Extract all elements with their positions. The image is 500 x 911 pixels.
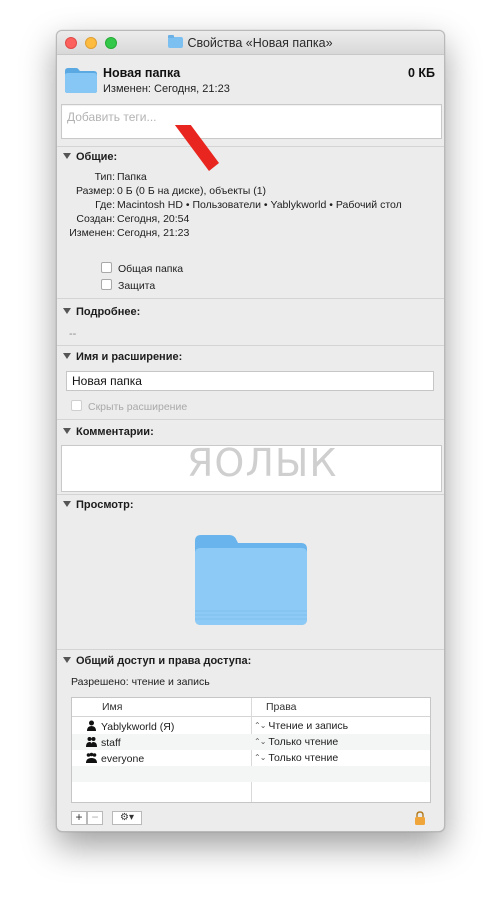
user-name: staff	[101, 737, 121, 749]
info-row-created: Создан: Сегодня, 20:54	[57, 213, 443, 227]
section-name-extension-title: Имя и расширение:	[76, 351, 183, 363]
privilege-popup[interactable]: ⌃⌄ Только чтение	[254, 736, 338, 748]
privilege-value: Только чтение	[268, 736, 339, 748]
name-input[interactable]: Новая папка	[66, 371, 434, 391]
watermark-text: ЯОЛЫК	[187, 441, 338, 485]
disclosure-triangle-icon	[63, 153, 71, 159]
more-info-value: --	[69, 328, 77, 340]
info-row-where: Где: Macintosh HD • Пользователи • Yably…	[57, 199, 443, 213]
table-row-empty	[72, 782, 430, 798]
item-modified: Изменен: Сегодня, 21:23	[103, 83, 230, 95]
updown-icon: ⌃⌄	[254, 737, 266, 746]
section-divider	[57, 146, 444, 147]
table-row[interactable]: everyone ⌃⌄ Только чтение	[72, 750, 430, 766]
user-name: everyone	[101, 753, 145, 765]
info-row-kind: Тип: Папка	[57, 171, 443, 185]
table-row[interactable]: Yablykworld (Я) ⌃⌄ Чтение и запись	[72, 718, 430, 734]
permissions-table: Имя Права Yablykworld (Я) ⌃⌄ Чтение и зап…	[71, 697, 431, 803]
everyone-icon	[86, 752, 97, 763]
locked-label: Защита	[118, 280, 156, 292]
disclosure-triangle-icon	[63, 657, 71, 663]
section-more-info-header[interactable]: Подробнее:	[63, 306, 140, 318]
preview-folder-icon	[195, 535, 307, 625]
section-divider	[57, 494, 444, 495]
locked-checkbox[interactable]: Защита	[101, 279, 155, 292]
info-value: Папка	[117, 171, 147, 183]
group-icon	[86, 737, 97, 747]
info-value: Сегодня, 21:23	[117, 227, 190, 239]
shared-folder-checkbox[interactable]: Общая папка	[101, 262, 183, 275]
table-row[interactable]: staff ⌃⌄ Только чтение	[72, 734, 430, 750]
section-divider	[57, 298, 444, 299]
gear-menu-button[interactable]: ⚙▾	[112, 811, 142, 825]
folder-icon	[168, 35, 184, 48]
privilege-popup[interactable]: ⌃⌄ Чтение и запись	[254, 720, 348, 732]
folder-icon	[65, 68, 97, 93]
section-divider	[57, 345, 444, 346]
item-size: 0 КБ	[407, 66, 435, 80]
annotation-arrow	[174, 125, 219, 171]
section-preview-title: Просмотр:	[76, 499, 134, 511]
column-header-name[interactable]: Имя	[102, 701, 122, 713]
info-label: Изменен:	[69, 227, 115, 239]
privilege-value: Только чтение	[268, 752, 339, 764]
user-cell: Yablykworld (Я)	[86, 720, 174, 733]
checkbox-box[interactable]	[71, 400, 82, 411]
hide-extension-checkbox[interactable]: Скрыть расширение	[71, 400, 187, 413]
user-cell: everyone	[86, 752, 144, 765]
section-name-extension-header[interactable]: Имя и расширение:	[63, 351, 182, 363]
table-row-empty	[72, 766, 430, 782]
disclosure-triangle-icon	[63, 501, 71, 507]
person-icon	[87, 720, 96, 731]
section-comments-header[interactable]: Комментарии:	[63, 426, 154, 438]
section-general-title: Общие:	[76, 151, 118, 163]
info-label: Размер:	[75, 185, 115, 197]
permission-summary: Разрешено: чтение и запись	[71, 676, 210, 688]
shared-folder-label: Общая папка	[118, 263, 184, 275]
item-name: Новая папка	[103, 66, 181, 80]
window-title: Свойства «Новая папка»	[187, 36, 333, 50]
privilege-value: Чтение и запись	[268, 720, 349, 732]
section-preview-header[interactable]: Просмотр:	[63, 499, 134, 511]
info-label: Создан:	[76, 213, 115, 225]
title-bar[interactable]: Свойства «Новая папка»	[57, 31, 444, 55]
section-comments-title: Комментарии:	[76, 426, 154, 438]
user-cell: staff	[86, 736, 121, 749]
checkbox-box[interactable]	[101, 279, 112, 290]
info-row-size: Размер: 0 Б (0 Б на диске), объекты (1)	[57, 185, 443, 199]
info-window: Свойства «Новая папка» Новая папка 0 КБ …	[56, 30, 445, 832]
disclosure-triangle-icon	[63, 353, 71, 359]
info-row-modified: Изменен: Сегодня, 21:23	[57, 227, 443, 241]
tags-input[interactable]: Добавить теги...	[61, 104, 442, 139]
disclosure-triangle-icon	[63, 428, 71, 434]
window-title-wrap: Свойства «Новая папка»	[57, 35, 444, 50]
lock-icon[interactable]	[414, 811, 426, 825]
disclosure-triangle-icon	[63, 308, 71, 314]
checkbox-box[interactable]	[101, 262, 112, 273]
section-divider	[57, 419, 444, 420]
section-general-header[interactable]: Общие:	[63, 151, 117, 163]
info-label: Тип:	[94, 171, 115, 183]
section-sharing-title: Общий доступ и права доступа:	[76, 655, 252, 667]
column-header-privilege[interactable]: Права	[266, 701, 297, 713]
section-more-info-title: Подробнее:	[76, 306, 141, 318]
privilege-popup[interactable]: ⌃⌄ Только чтение	[254, 752, 338, 764]
section-sharing-header[interactable]: Общий доступ и права доступа:	[63, 655, 251, 667]
section-divider	[57, 649, 444, 650]
updown-icon: ⌃⌄	[254, 721, 266, 730]
hide-extension-label: Скрыть расширение	[88, 401, 188, 413]
add-user-button[interactable]: +	[71, 811, 87, 825]
updown-icon: ⌃⌄	[254, 753, 266, 762]
info-label: Где:	[95, 199, 115, 211]
remove-user-button[interactable]: −	[87, 811, 103, 825]
user-name: Yablykworld (Я)	[101, 721, 175, 733]
